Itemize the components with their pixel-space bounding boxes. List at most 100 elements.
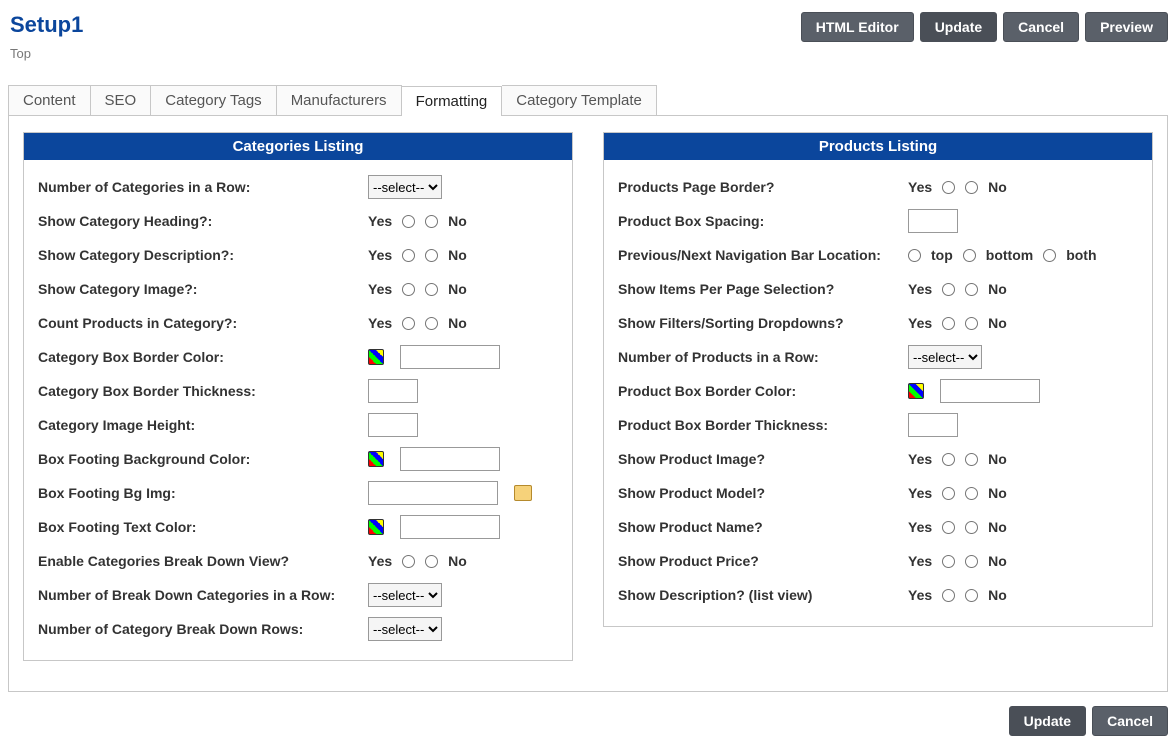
breakdown-cats-row-select[interactable]: --select-- bbox=[368, 583, 442, 607]
show-cat-heading-yes-radio[interactable] bbox=[402, 215, 415, 228]
no-text: No bbox=[988, 485, 1007, 501]
show-cat-heading-no-radio[interactable] bbox=[425, 215, 438, 228]
cancel-button-top[interactable]: Cancel bbox=[1003, 12, 1079, 42]
product-border-color-input[interactable] bbox=[940, 379, 1040, 403]
show-cat-image-no-radio[interactable] bbox=[425, 283, 438, 296]
nav-location-both-radio[interactable] bbox=[1043, 249, 1056, 262]
filters-sorting-no-radio[interactable] bbox=[965, 317, 978, 330]
yes-text: Yes bbox=[368, 553, 392, 569]
tab-manufacturers[interactable]: Manufacturers bbox=[277, 85, 402, 115]
show-description-no-radio[interactable] bbox=[965, 589, 978, 602]
foot-bg-img-label: Box Footing Bg Img: bbox=[38, 485, 368, 501]
count-products-no-radio[interactable] bbox=[425, 317, 438, 330]
products-page-border-no-radio[interactable] bbox=[965, 181, 978, 194]
show-description-label: Show Description? (list view) bbox=[618, 587, 908, 603]
filters-sorting-yes-radio[interactable] bbox=[942, 317, 955, 330]
count-products-yes-radio[interactable] bbox=[402, 317, 415, 330]
no-text: No bbox=[988, 587, 1007, 603]
no-text: No bbox=[448, 213, 467, 229]
yes-text: Yes bbox=[368, 315, 392, 331]
color-picker-icon[interactable] bbox=[908, 383, 924, 399]
no-text: No bbox=[448, 553, 467, 569]
html-editor-button[interactable]: HTML Editor bbox=[801, 12, 914, 42]
nav-location-top-radio[interactable] bbox=[908, 249, 921, 262]
enable-breakdown-yes-radio[interactable] bbox=[402, 555, 415, 568]
items-per-page-no-radio[interactable] bbox=[965, 283, 978, 296]
color-picker-icon[interactable] bbox=[368, 519, 384, 535]
yes-text: Yes bbox=[908, 553, 932, 569]
tab-seo[interactable]: SEO bbox=[91, 85, 152, 115]
update-button-top[interactable]: Update bbox=[920, 12, 997, 42]
no-text: No bbox=[988, 281, 1007, 297]
show-cat-desc-yes-radio[interactable] bbox=[402, 249, 415, 262]
tab-category-tags[interactable]: Category Tags bbox=[151, 85, 276, 115]
product-box-spacing-label: Product Box Spacing: bbox=[618, 213, 908, 229]
no-text: No bbox=[448, 247, 467, 263]
yes-text: Yes bbox=[908, 485, 932, 501]
both-text: both bbox=[1066, 247, 1096, 263]
tab-category-template[interactable]: Category Template bbox=[502, 85, 657, 115]
yes-text: Yes bbox=[368, 247, 392, 263]
yes-text: Yes bbox=[908, 179, 932, 195]
show-product-image-yes-radio[interactable] bbox=[942, 453, 955, 466]
tab-bar: Content SEO Category Tags Manufacturers … bbox=[8, 85, 1168, 115]
show-product-image-label: Show Product Image? bbox=[618, 451, 908, 467]
product-box-spacing-input[interactable] bbox=[908, 209, 958, 233]
nav-location-bottom-radio[interactable] bbox=[963, 249, 976, 262]
show-product-name-yes-radio[interactable] bbox=[942, 521, 955, 534]
cat-border-thick-label: Category Box Border Thickness: bbox=[38, 383, 368, 399]
enable-breakdown-no-radio[interactable] bbox=[425, 555, 438, 568]
top-text: top bbox=[931, 247, 953, 263]
foot-bg-color-label: Box Footing Background Color: bbox=[38, 451, 368, 467]
num-products-row-select[interactable]: --select-- bbox=[908, 345, 982, 369]
show-cat-desc-no-radio[interactable] bbox=[425, 249, 438, 262]
count-products-label: Count Products in Category?: bbox=[38, 315, 368, 331]
no-text: No bbox=[988, 519, 1007, 535]
yes-text: Yes bbox=[908, 315, 932, 331]
color-picker-icon[interactable] bbox=[368, 349, 384, 365]
yes-text: Yes bbox=[908, 281, 932, 297]
num-categories-row-label: Number of Categories in a Row: bbox=[38, 179, 368, 195]
yes-text: Yes bbox=[368, 281, 392, 297]
show-product-model-yes-radio[interactable] bbox=[942, 487, 955, 500]
show-description-yes-radio[interactable] bbox=[942, 589, 955, 602]
enable-breakdown-label: Enable Categories Break Down View? bbox=[38, 553, 368, 569]
foot-text-color-label: Box Footing Text Color: bbox=[38, 519, 368, 535]
show-cat-desc-label: Show Category Description?: bbox=[38, 247, 368, 263]
tab-formatting[interactable]: Formatting bbox=[402, 86, 503, 116]
folder-icon[interactable] bbox=[514, 485, 532, 501]
product-border-color-label: Product Box Border Color: bbox=[618, 383, 908, 399]
show-product-image-no-radio[interactable] bbox=[965, 453, 978, 466]
show-cat-image-yes-radio[interactable] bbox=[402, 283, 415, 296]
items-per-page-label: Show Items Per Page Selection? bbox=[618, 281, 908, 297]
show-product-price-yes-radio[interactable] bbox=[942, 555, 955, 568]
cat-image-height-input[interactable] bbox=[368, 413, 418, 437]
show-product-price-no-radio[interactable] bbox=[965, 555, 978, 568]
num-categories-row-select[interactable]: --select-- bbox=[368, 175, 442, 199]
no-text: No bbox=[448, 315, 467, 331]
products-page-border-yes-radio[interactable] bbox=[942, 181, 955, 194]
yes-text: Yes bbox=[908, 519, 932, 535]
no-text: No bbox=[988, 315, 1007, 331]
tab-content[interactable]: Content bbox=[8, 85, 91, 115]
no-text: No bbox=[988, 553, 1007, 569]
show-product-model-no-radio[interactable] bbox=[965, 487, 978, 500]
breakdown-rows-select[interactable]: --select-- bbox=[368, 617, 442, 641]
product-border-thick-input[interactable] bbox=[908, 413, 958, 437]
color-picker-icon[interactable] bbox=[368, 451, 384, 467]
breakdown-cats-row-label: Number of Break Down Categories in a Row… bbox=[38, 587, 368, 603]
yes-text: Yes bbox=[368, 213, 392, 229]
items-per-page-yes-radio[interactable] bbox=[942, 283, 955, 296]
yes-text: Yes bbox=[908, 587, 932, 603]
cat-border-thick-input[interactable] bbox=[368, 379, 418, 403]
show-product-name-no-radio[interactable] bbox=[965, 521, 978, 534]
bottom-text: bottom bbox=[986, 247, 1033, 263]
cat-border-color-input[interactable] bbox=[400, 345, 500, 369]
page-title: Setup1 bbox=[8, 8, 85, 40]
foot-bg-img-input[interactable] bbox=[368, 481, 498, 505]
foot-text-color-input[interactable] bbox=[400, 515, 500, 539]
tab-body-formatting: Categories Listing Number of Categories … bbox=[8, 115, 1168, 692]
bottom-button-bar: Update Cancel bbox=[8, 692, 1168, 744]
foot-bg-color-input[interactable] bbox=[400, 447, 500, 471]
preview-button[interactable]: Preview bbox=[1085, 12, 1168, 42]
